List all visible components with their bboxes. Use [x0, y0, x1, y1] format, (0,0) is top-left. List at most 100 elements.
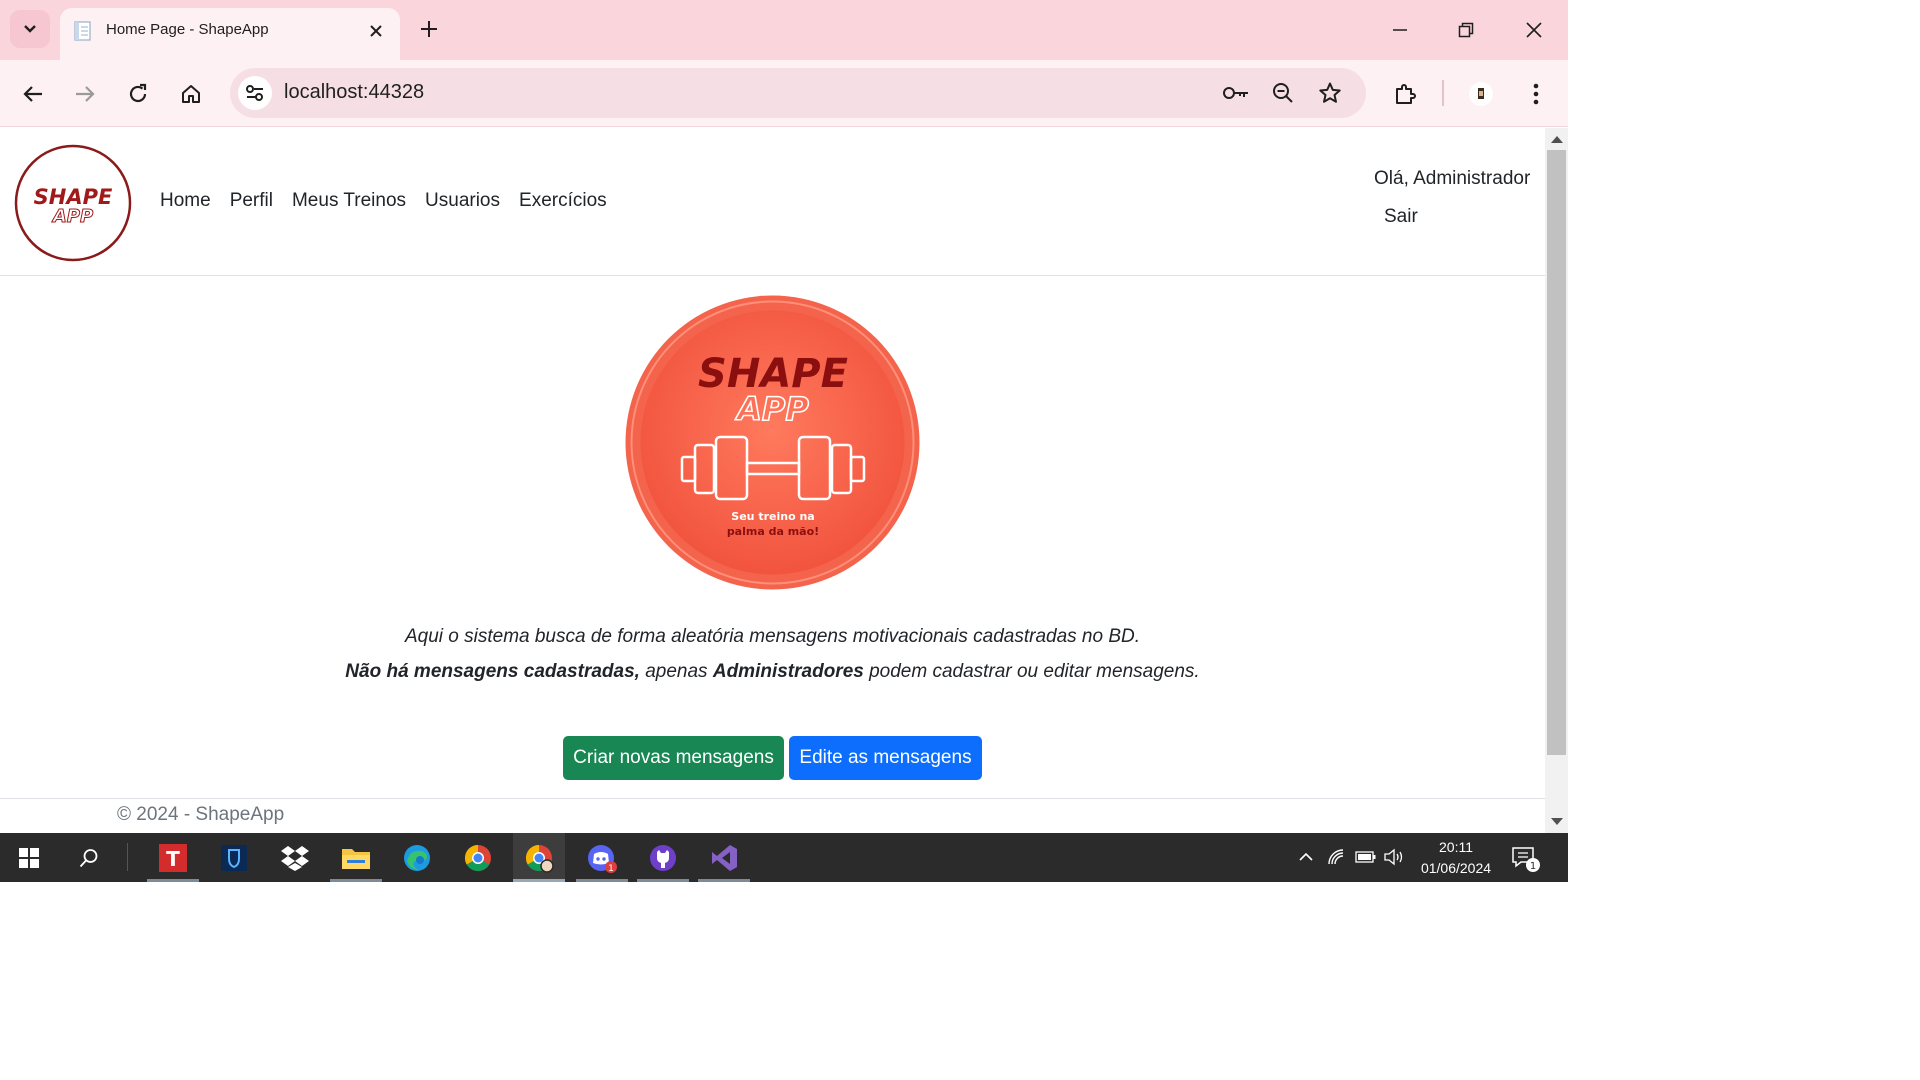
shield-app-icon [221, 844, 247, 871]
restore-icon [1458, 22, 1474, 38]
svg-text:APP: APP [51, 206, 93, 227]
page-footer: © 2024 - ShapeApp [0, 798, 1545, 833]
hero-logo: SHAPE APP Seu treino na palma da mão! [625, 295, 920, 590]
home-button[interactable] [173, 76, 209, 112]
password-key-button[interactable] [1220, 77, 1252, 109]
taskbar-app-chrome-profile[interactable] [513, 833, 565, 882]
close-icon [1526, 22, 1542, 38]
no-messages-notice: Não há mensagens cadastradas, apenas Adm… [0, 661, 1545, 683]
scroll-up-arrow-icon[interactable] [1551, 136, 1563, 143]
more-vert-icon [1533, 83, 1539, 105]
bookmark-button[interactable] [1314, 77, 1346, 109]
taskbar-app-edge[interactable] [391, 833, 443, 882]
close-window-button[interactable] [1514, 10, 1554, 50]
scroll-down-arrow-icon[interactable] [1551, 818, 1563, 825]
notification-center-icon[interactable]: 1 [1510, 845, 1540, 873]
discord-icon: 1 [588, 844, 617, 873]
chevron-down-icon [24, 25, 36, 33]
zoom-button[interactable] [1267, 77, 1299, 109]
random-message-text: Aqui o sistema busca de forma aleatória … [404, 626, 1141, 647]
github-icon [650, 844, 676, 871]
windows-logo-icon [19, 847, 39, 868]
back-button[interactable] [15, 76, 51, 112]
volume-icon [1384, 848, 1403, 866]
avatar-icon [1469, 82, 1493, 106]
chrome-icon [464, 844, 491, 871]
url-text[interactable]: localhost:44328 [284, 81, 424, 104]
nav-link-usuarios[interactable]: Usuarios [425, 190, 500, 212]
nav-link-perfil[interactable]: Perfil [230, 190, 273, 212]
edit-messages-button[interactable]: Edite as mensagens [789, 736, 982, 780]
profile-button[interactable] [1463, 76, 1499, 112]
visual-studio-icon [712, 844, 737, 871]
search-icon [79, 848, 98, 867]
taskbar-app-visual-studio[interactable] [698, 833, 750, 882]
star-icon [1319, 82, 1341, 103]
new-tab-button[interactable] [414, 14, 444, 44]
tab-search-button[interactable] [10, 10, 50, 48]
taskbar-app-explorer[interactable] [330, 833, 382, 882]
clock-date: 01/06/2024 [1420, 860, 1492, 876]
extensions-button[interactable] [1387, 76, 1423, 112]
taskbar-app-discord[interactable]: 1 [576, 833, 628, 882]
tray-overflow-button[interactable] [1294, 845, 1318, 869]
puzzle-icon [1396, 84, 1416, 104]
notice-bold-admins: Administradores [712, 661, 864, 682]
close-icon [370, 25, 382, 37]
site-info-button[interactable] [238, 76, 272, 110]
typing-app-icon: T [159, 843, 187, 872]
reload-icon [129, 83, 147, 103]
page-scrollbar[interactable] [1545, 128, 1568, 833]
taskbar-search-button[interactable] [63, 833, 115, 882]
restore-button[interactable] [1446, 10, 1486, 50]
windows-taskbar: T 1 20:11 01/06/2024 1 [0, 833, 1568, 882]
forward-button[interactable] [67, 76, 103, 112]
browser-toolbar: localhost:44328 [0, 60, 1568, 127]
taskbar-clock[interactable]: 20:11 01/06/2024 [1410, 837, 1502, 879]
chrome-profile-icon [525, 844, 554, 873]
minimize-icon [1393, 29, 1407, 31]
minimize-button[interactable] [1380, 10, 1420, 50]
taskbar-app-defender[interactable] [208, 833, 260, 882]
nav-link-meus-treinos[interactable]: Meus Treinos [292, 190, 406, 212]
nav-link-home[interactable]: Home [160, 190, 211, 212]
svg-text:1: 1 [608, 864, 614, 873]
tray-battery-button[interactable] [1354, 845, 1378, 869]
scrollbar-thumb[interactable] [1547, 150, 1566, 755]
taskbar-app-typing[interactable]: T [147, 833, 199, 882]
notice-bold-empty: Não há mensagens cadastradas, [345, 661, 640, 682]
brand-logo[interactable]: SHAPE APP [14, 144, 132, 262]
taskbar-app-github[interactable] [637, 833, 689, 882]
address-bar[interactable]: localhost:44328 [230, 68, 1366, 118]
tray-volume-button[interactable] [1382, 845, 1406, 869]
chevron-up-icon [1299, 852, 1313, 861]
taskbar-app-chrome[interactable] [452, 833, 504, 882]
page-favicon-icon [74, 21, 91, 41]
browser-menu-button[interactable] [1518, 76, 1554, 112]
site-navbar: SHAPE APP Home Perfil Meus Treinos Usuar… [0, 128, 1545, 276]
tab-close-button[interactable] [363, 18, 389, 44]
key-icon [1223, 87, 1248, 99]
svg-text:palma da mão!: palma da mão! [727, 525, 819, 538]
user-greeting-link[interactable]: Olá, Administrador [1374, 168, 1530, 190]
footer-copyright: © 2024 - ShapeApp [117, 804, 285, 825]
logout-link[interactable]: Sair [1384, 206, 1418, 228]
tune-icon [246, 85, 263, 101]
svg-text:T: T [166, 847, 180, 871]
arrow-left-icon [23, 86, 42, 102]
zoom-out-icon [1273, 83, 1293, 103]
home-icon [182, 85, 200, 103]
create-messages-button[interactable]: Criar novas mensagens [563, 736, 784, 780]
reload-button[interactable] [120, 76, 156, 112]
toolbar-divider [1442, 80, 1444, 106]
nav-link-exercicios[interactable]: Exercícios [519, 190, 607, 212]
svg-text:APP: APP [734, 390, 809, 428]
tray-network-button[interactable] [1325, 845, 1349, 869]
dropbox-icon [281, 845, 309, 871]
page-viewport: SHAPE APP Home Perfil Meus Treinos Usuar… [0, 128, 1545, 833]
browser-tab-active[interactable]: Home Page - ShapeApp [60, 8, 400, 60]
tab-title: Home Page - ShapeApp [106, 21, 269, 38]
folder-icon [342, 848, 370, 869]
start-button[interactable] [3, 833, 55, 882]
taskbar-app-dropbox[interactable] [269, 833, 321, 882]
